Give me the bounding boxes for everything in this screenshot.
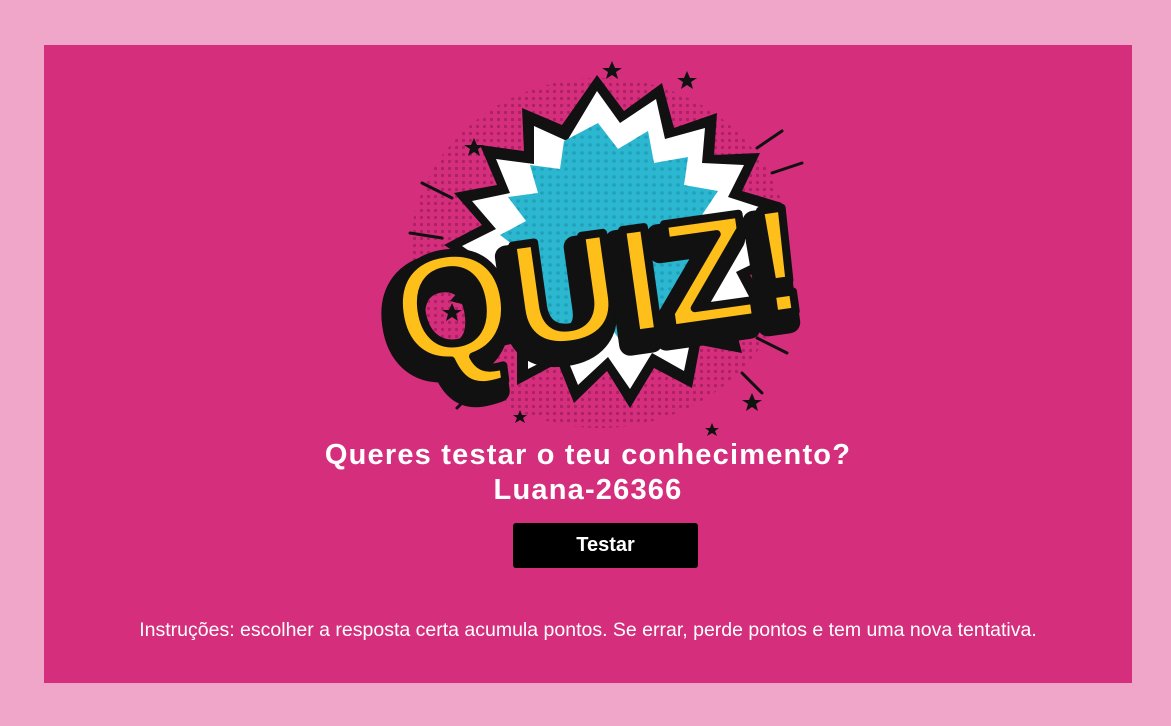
page-title: Queres testar o teu conhecimento?	[324, 439, 852, 471]
start-quiz-button[interactable]: Testar	[513, 523, 698, 568]
instructions-text: Instruções: escolher a resposta certa ac…	[139, 619, 1037, 641]
quiz-card: QUIZ! QUIZ! Queres testar o teu conhecim…	[44, 45, 1132, 683]
user-name: Luana-26366	[493, 474, 683, 506]
quiz-logo: QUIZ! QUIZ!	[362, 53, 832, 443]
